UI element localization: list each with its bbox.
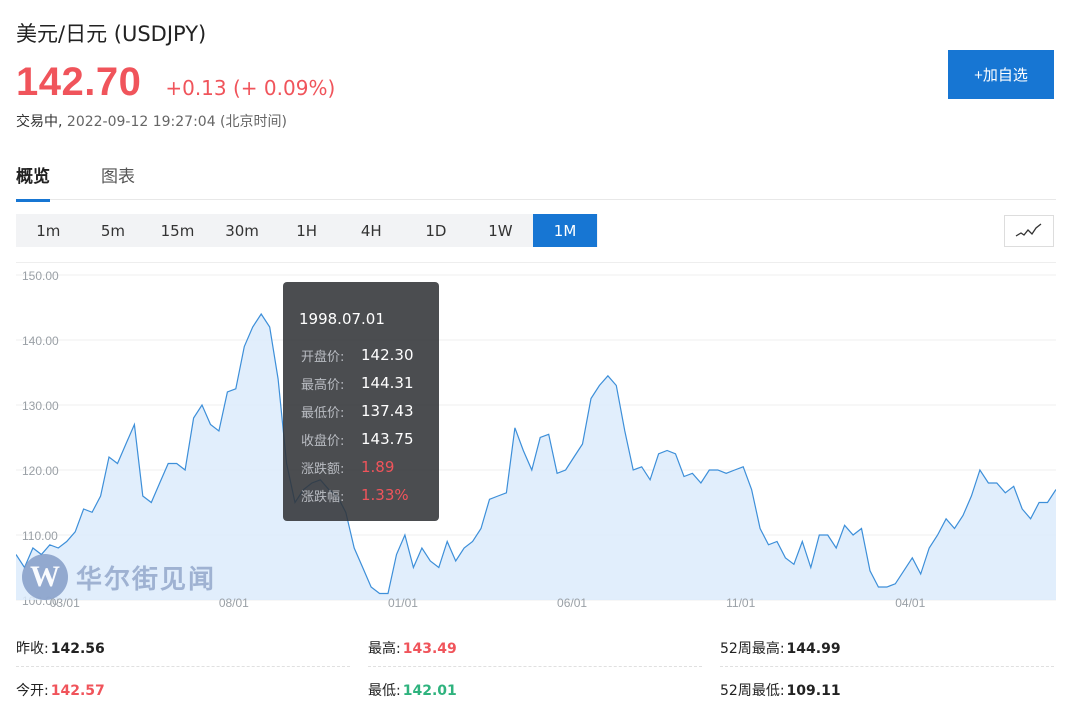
y-tick-label: 120.00 (22, 464, 59, 478)
stat-52w-low-value: 109.11 (786, 683, 841, 699)
tooltip-low: 最低价: 137.43 (301, 402, 414, 421)
divider (368, 666, 702, 667)
period-1w[interactable]: 1W (468, 214, 533, 247)
stat-open-value: 142.57 (50, 683, 105, 699)
chart-tooltip: 1998.07.01 开盘价: 142.30 最高价: 144.31 最低价: … (283, 282, 439, 521)
period-5m[interactable]: 5m (81, 214, 146, 247)
stat-prev-close-label: 昨收: (16, 641, 49, 657)
stat-prev-close-value: 142.56 (50, 641, 105, 657)
watermark-text: 华尔街见闻 (76, 564, 217, 595)
add-watchlist-button[interactable]: +加自选 (948, 50, 1054, 99)
price-change: +0.13 (+ 0.09%) (165, 76, 336, 100)
x-tick-label: 01/01 (388, 596, 418, 610)
tooltip-change-percent-label: 涨跌幅: (301, 490, 345, 505)
stat-52w-high: 52周最高: 144.99 (720, 638, 841, 658)
y-tick-label: 140.00 (22, 334, 59, 348)
divider (720, 666, 1054, 667)
divider (16, 666, 350, 667)
stat-open: 今开: 142.57 (16, 680, 105, 700)
x-tick-label: 04/01 (895, 596, 925, 610)
x-tick-label: 08/01 (219, 596, 249, 610)
tooltip-open: 开盘价: 142.30 (301, 346, 414, 365)
tooltip-date: 1998.07.01 (299, 310, 385, 328)
trading-status: 交易中, 2022-09-12 19:27:04 (北京时间) (16, 111, 287, 131)
y-tick-label: 130.00 (22, 399, 59, 413)
period-15m[interactable]: 15m (145, 214, 210, 247)
tooltip-low-value: 137.43 (361, 402, 414, 420)
period-30m[interactable]: 30m (210, 214, 275, 247)
stat-52w-high-value: 144.99 (786, 641, 841, 657)
stat-low-label: 最低: (368, 683, 401, 699)
stat-prev-close: 昨收: 142.56 (16, 638, 105, 658)
watermark: W 华尔街见闻 (22, 554, 216, 600)
stat-52w-high-label: 52周最高: (720, 641, 785, 657)
page-title: 美元/日元 (USDJPY) (16, 22, 207, 46)
chart-type-button[interactable] (1004, 215, 1054, 247)
stat-high-label: 最高: (368, 641, 401, 657)
y-tick-label: 110.00 (22, 529, 58, 543)
stat-52w-low: 52周最低: 109.11 (720, 680, 841, 700)
stat-high: 最高: 143.49 (368, 638, 457, 658)
tab-chart[interactable]: 图表 (101, 162, 135, 199)
period-1d[interactable]: 1D (404, 214, 469, 247)
tooltip-change-percent-value: 1.33% (361, 486, 409, 504)
period-1m[interactable]: 1m (16, 214, 81, 247)
tooltip-open-label: 开盘价: (301, 350, 345, 365)
x-tick-label: 11/01 (726, 596, 755, 610)
tooltip-high-value: 144.31 (361, 374, 414, 392)
status-text: 交易中, (16, 114, 63, 130)
tooltip-close-label: 收盘价: (301, 434, 345, 449)
tab-overview[interactable]: 概览 (16, 162, 50, 202)
tooltip-high-label: 最高价: (301, 378, 345, 393)
period-4h[interactable]: 4H (339, 214, 404, 247)
timestamp: 2022-09-12 19:27:04 (北京时间) (66, 114, 287, 130)
tooltip-change-amount-label: 涨跌额: (301, 462, 345, 477)
stat-52w-low-label: 52周最低: (720, 683, 785, 699)
tooltip-low-label: 最低价: (301, 406, 345, 421)
period-1h[interactable]: 1H (274, 214, 339, 247)
tab-bar: 概览 图表 (16, 162, 1056, 202)
tooltip-close: 收盘价: 143.75 (301, 430, 414, 449)
stat-high-value: 143.49 (402, 641, 457, 657)
period-selector: 1m 5m 15m 30m 1H 4H 1D 1W 1M (16, 214, 598, 247)
current-price: 142.70 (16, 60, 142, 104)
y-tick-label: 150.00 (22, 269, 59, 283)
stat-open-label: 今开: (16, 683, 49, 699)
tooltip-close-value: 143.75 (361, 430, 414, 448)
stat-low: 最低: 142.01 (368, 680, 457, 700)
tooltip-change-amount: 涨跌额: 1.89 (301, 458, 394, 477)
line-chart-icon (1015, 223, 1042, 237)
stat-low-value: 142.01 (402, 683, 457, 699)
wallstreetcn-logo-icon: W (22, 554, 68, 600)
tooltip-open-value: 142.30 (361, 346, 414, 364)
period-1month[interactable]: 1M (532, 214, 598, 247)
tooltip-high: 最高价: 144.31 (301, 374, 414, 393)
quote-row: 142.70 +0.13 (+ 0.09%) (16, 60, 335, 105)
x-tick-label: 06/01 (557, 596, 587, 610)
tooltip-change-percent: 涨跌幅: 1.33% (301, 486, 409, 505)
tooltip-change-amount-value: 1.89 (361, 458, 395, 476)
